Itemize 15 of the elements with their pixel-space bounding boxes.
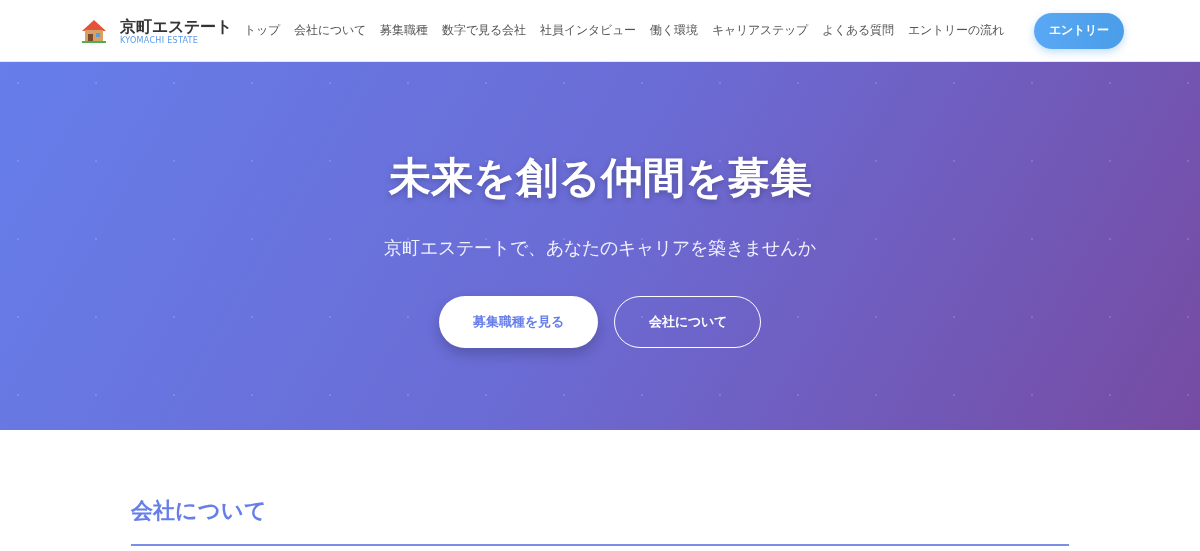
nav-link[interactable]: よくある質問 (822, 22, 894, 39)
nav-link[interactable]: 会社について (294, 22, 366, 39)
hero-title: 未来を創る仲間を募集 (388, 152, 812, 204)
nav-link[interactable]: 社員インタビュー (540, 22, 636, 39)
brand-subtitle: KYOMACHI ESTATE (120, 35, 200, 45)
nav-link[interactable]: 募集職種 (380, 22, 428, 39)
nav-link[interactable]: エントリーの流れ (908, 22, 1004, 39)
nav-link[interactable]: 数字で見る会社 (442, 22, 526, 39)
section-heading: 会社について (131, 497, 268, 525)
nav-link[interactable]: 働く環境 (650, 22, 698, 39)
hero-subtitle: 京町エステートで、あなたのキャリアを築きませんか (384, 236, 816, 260)
brand-name: 京町エステート (120, 16, 232, 36)
nav-link[interactable]: キャリアステップ (712, 22, 808, 39)
view-jobs-button[interactable]: 募集職種を見る (439, 296, 598, 348)
nav-link[interactable]: トップ (244, 22, 280, 39)
